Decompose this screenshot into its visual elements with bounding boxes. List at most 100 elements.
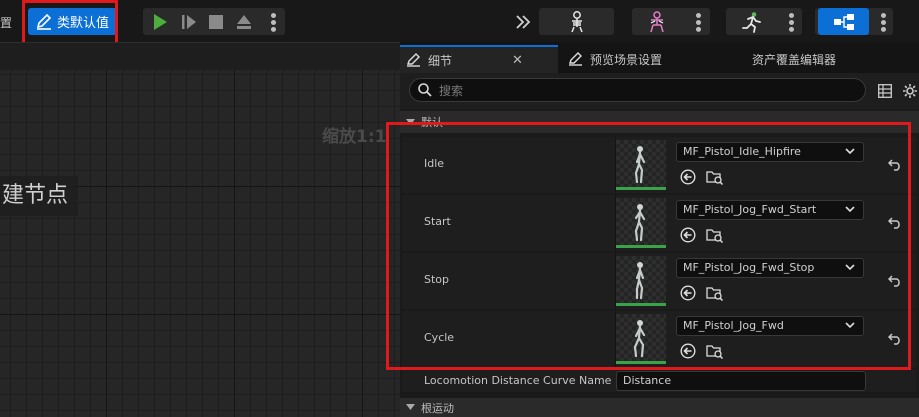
search-input[interactable]: 搜索 xyxy=(409,78,866,102)
close-icon[interactable]: ✕ xyxy=(512,53,523,68)
asset-actions xyxy=(680,285,724,301)
gear-icon[interactable] xyxy=(902,83,918,99)
asset-picker-combo[interactable]: MF_Pistol_Jog_Fwd_Stop xyxy=(676,258,864,278)
animation-button[interactable] xyxy=(738,8,766,35)
asset-thumbnail[interactable] xyxy=(616,198,666,248)
category-default-label: 默认 xyxy=(421,116,443,129)
tab-details[interactable]: 细节 ✕ xyxy=(400,45,558,73)
mesh-options-menu[interactable]: ••• xyxy=(688,8,706,35)
browse-folder-icon[interactable] xyxy=(706,285,724,301)
graph-topbar xyxy=(0,42,400,70)
asset-picker-combo[interactable]: MF_Pistol_Idle_Hipfire xyxy=(676,142,864,162)
property-row-curve-name: Locomotion Distance Curve Name Distance xyxy=(402,370,916,392)
mannequin-thumbnail-icon xyxy=(635,262,645,300)
class-defaults-label: 类默认值 xyxy=(57,16,110,31)
details-panel: 细节 ✕ 预览场景设置 资产覆盖编辑器 搜索 默认 Idle MF_Pistol… xyxy=(400,42,919,417)
stop-icon xyxy=(209,14,223,29)
chevron-down-icon xyxy=(845,322,855,329)
reset-to-default-icon[interactable] xyxy=(888,217,902,229)
browse-folder-icon[interactable] xyxy=(706,227,724,243)
reset-to-default-icon[interactable] xyxy=(888,333,902,345)
asset-thumbnail[interactable] xyxy=(616,140,666,190)
blueprint-options-menu[interactable]: ••• xyxy=(873,8,891,35)
mannequin-thumbnail-icon xyxy=(633,320,646,358)
skeleton-button[interactable] xyxy=(565,8,589,35)
graph-canvas[interactable]: 缩放1:1 建节点 xyxy=(0,42,400,417)
mannequin-thumbnail-icon xyxy=(634,204,646,242)
use-selected-arrow-icon[interactable] xyxy=(680,285,696,301)
main-toolbar: 置 类默认值 ••• ••• ••• ••• xyxy=(0,0,919,61)
chevron-down-icon xyxy=(845,148,855,155)
category-default[interactable]: 默认 xyxy=(400,111,919,133)
animation-options-menu[interactable]: ••• xyxy=(781,8,799,35)
property-row-start: Start MF_Pistol_Jog_Fwd_Start xyxy=(402,195,916,251)
search-icon xyxy=(418,83,432,97)
use-selected-arrow-icon[interactable] xyxy=(680,343,696,359)
graph-node-title[interactable]: 建节点 xyxy=(0,176,79,216)
collapse-arrow-icon xyxy=(406,404,415,410)
asset-picker-value: MF_Pistol_Idle_Hipfire xyxy=(683,145,801,158)
double-chevron-right-icon xyxy=(516,14,531,29)
eject-icon xyxy=(237,14,251,29)
browse-folder-icon[interactable] xyxy=(706,169,724,185)
asset-thumbnail[interactable] xyxy=(616,256,666,306)
tab-preview-scene-settings-label: 预览场景设置 xyxy=(590,52,663,67)
pencil-icon xyxy=(569,52,582,66)
play-options-menu[interactable]: ••• xyxy=(263,8,281,35)
tab-details-label: 细节 xyxy=(428,53,453,68)
collapse-arrow-icon xyxy=(406,118,415,125)
skeleton-icon xyxy=(571,10,583,32)
property-row-cycle: Cycle MF_Pistol_Jog_Fwd xyxy=(402,311,916,367)
tab-preview-scene-settings[interactable]: 预览场景设置 xyxy=(562,45,732,73)
step-button[interactable] xyxy=(178,8,200,35)
class-defaults-button[interactable]: 类默认值 xyxy=(28,8,117,35)
reset-to-default-icon[interactable] xyxy=(888,159,902,171)
chevron-down-icon xyxy=(845,264,855,271)
running-figure-icon xyxy=(742,11,761,33)
zoom-label: 缩放1:1 xyxy=(322,127,387,147)
mesh-icon xyxy=(650,10,664,32)
asset-picker-combo[interactable]: MF_Pistol_Jog_Fwd xyxy=(676,316,864,336)
asset-picker-value: MF_Pistol_Jog_Fwd_Stop xyxy=(683,261,815,274)
search-row: 搜索 xyxy=(400,73,919,109)
step-icon xyxy=(182,14,196,29)
asset-picker-value: MF_Pistol_Jog_Fwd_Start xyxy=(683,203,817,216)
stop-button[interactable] xyxy=(205,8,227,35)
pencil-icon xyxy=(407,53,420,67)
category-root-motion-label: 根运动 xyxy=(421,401,454,415)
blueprint-button[interactable] xyxy=(818,8,869,35)
asset-actions xyxy=(680,227,724,243)
chevron-down-icon xyxy=(845,206,855,213)
asset-thumbnail[interactable] xyxy=(616,314,666,364)
panel-tab-bar: 细节 ✕ 预览场景设置 资产覆盖编辑器 xyxy=(400,42,919,73)
curve-name-input[interactable]: Distance xyxy=(616,371,866,391)
search-placeholder: 搜索 xyxy=(439,83,464,98)
tab-asset-override-editor[interactable]: 资产覆盖编辑器 xyxy=(752,45,882,73)
pencil-icon xyxy=(36,13,52,30)
category-root-motion[interactable]: 根运动 xyxy=(400,398,919,417)
asset-actions xyxy=(680,343,724,359)
mesh-button[interactable] xyxy=(642,8,672,35)
asset-picker-value: MF_Pistol_Jog_Fwd xyxy=(683,319,784,332)
browse-folder-icon[interactable] xyxy=(706,343,724,359)
play-icon xyxy=(154,13,167,30)
eject-button[interactable] xyxy=(232,8,256,35)
use-selected-arrow-icon[interactable] xyxy=(680,169,696,185)
use-selected-arrow-icon[interactable] xyxy=(680,227,696,243)
property-name: Cycle xyxy=(424,331,455,344)
graph-nodes-icon xyxy=(833,13,854,30)
play-button[interactable] xyxy=(148,8,172,35)
table-view-icon[interactable] xyxy=(878,84,892,98)
reset-to-default-icon[interactable] xyxy=(888,275,902,287)
asset-picker-combo[interactable]: MF_Pistol_Jog_Fwd_Start xyxy=(676,200,864,220)
property-name: Idle xyxy=(424,157,445,170)
tab-asset-override-editor-label: 资产覆盖编辑器 xyxy=(752,52,837,67)
property-name: Stop xyxy=(424,273,450,286)
toolbar-truncated-label: 置 xyxy=(0,16,13,30)
property-name: Start xyxy=(424,215,451,228)
mannequin-thumbnail-icon xyxy=(634,146,646,184)
property-row-idle: Idle MF_Pistol_Idle_Hipfire xyxy=(402,137,916,193)
asset-actions xyxy=(680,169,724,185)
more-tools-button[interactable] xyxy=(513,8,533,35)
property-name: Locomotion Distance Curve Name xyxy=(424,374,612,387)
